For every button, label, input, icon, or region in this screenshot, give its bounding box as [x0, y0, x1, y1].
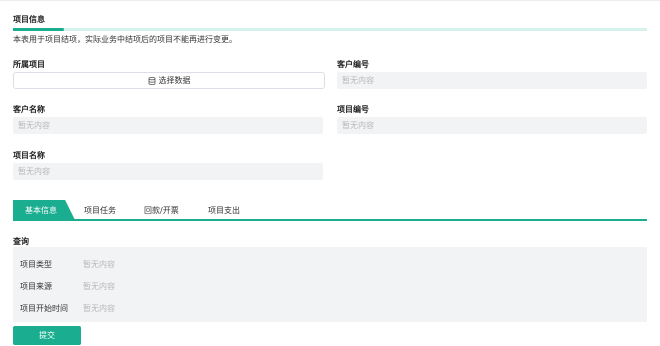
top-divider [0, 0, 660, 1]
customer-code-label: 客户编号 [337, 60, 369, 69]
project-code-label: 项目编号 [337, 105, 369, 114]
customer-name-label: 客户名称 [13, 105, 45, 114]
customer-name-value: 暂无内容 [18, 121, 50, 130]
section-title-accent [13, 28, 64, 31]
project-name-field[interactable]: 暂无内容 [13, 163, 323, 180]
query-panel: 项目类型 暂无内容 项目来源 暂无内容 项目开始时间 暂无内容 [13, 247, 647, 322]
query-project-source-label: 项目来源 [20, 282, 52, 291]
project-code-value: 暂无内容 [342, 121, 374, 130]
query-project-type-value: 暂无内容 [83, 260, 115, 269]
tab-project-expenses[interactable]: 项目支出 [208, 200, 240, 220]
customer-code-value: 暂无内容 [342, 76, 374, 85]
query-project-start-time-label: 项目开始时间 [20, 304, 68, 313]
database-icon [148, 76, 156, 85]
query-title: 查询 [13, 237, 29, 246]
select-data-button[interactable]: 选择数据 [13, 72, 325, 89]
tab-basic-info[interactable]: 基本信息 [13, 200, 75, 220]
project-name-label: 项目名称 [13, 151, 45, 160]
select-data-label: 选择数据 [158, 76, 191, 85]
query-project-start-time-value: 暂无内容 [83, 304, 115, 313]
submit-button[interactable]: 提交 [13, 326, 81, 345]
tab-bar: 基本信息 项目任务 回款/开票 项目支出 [13, 200, 647, 220]
tab-payment-invoice[interactable]: 回款/开票 [144, 200, 179, 220]
project-label: 所属项目 [13, 60, 45, 69]
section-title-underline [13, 28, 647, 31]
tab-bar-underline [13, 219, 647, 221]
section-title: 项目信息 [13, 15, 45, 24]
section-notice: 本表用于项目结项，实际业务中结项后的项目不能再进行变更。 [13, 35, 237, 44]
project-name-value: 暂无内容 [18, 167, 50, 176]
customer-code-field[interactable]: 暂无内容 [337, 72, 647, 89]
project-code-field[interactable]: 暂无内容 [337, 117, 647, 134]
customer-name-field[interactable]: 暂无内容 [13, 117, 323, 134]
query-project-source-value: 暂无内容 [83, 282, 115, 291]
query-project-type-label: 项目类型 [20, 260, 52, 269]
tab-project-tasks[interactable]: 项目任务 [84, 200, 116, 220]
